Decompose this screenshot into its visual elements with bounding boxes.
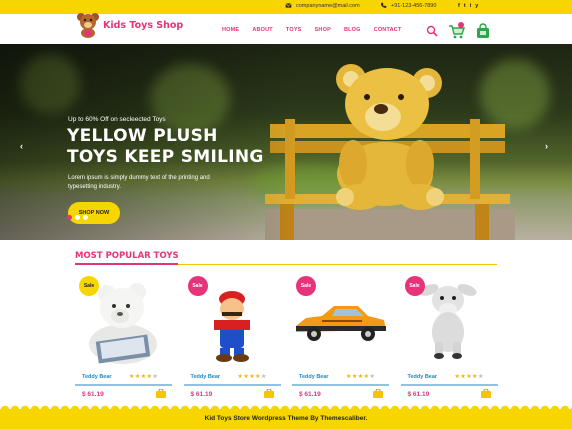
footer-credit[interactable]: Kid Toys Store Wordpress Theme By Themes… — [0, 415, 572, 422]
hero-subtitle: Up to 60% Off on secleected Toys — [68, 116, 166, 123]
slider-dot[interactable] — [75, 215, 80, 220]
star-rating: ★★★★★ — [129, 374, 159, 380]
product-name[interactable]: Teddy Bear — [191, 374, 221, 380]
product-divider — [75, 384, 172, 386]
hero-title-line1: YELLOW PLUSH — [67, 126, 218, 146]
header: Kids Toys Shop HOME ABOUT TOYS SHOP BLOG… — [0, 12, 572, 44]
hero-slider: Up to 60% Off on secleected Toys YELLOW … — [0, 44, 572, 240]
hero-title-line2: TOYS KEEP SMILING — [67, 147, 264, 167]
add-to-cart-icon[interactable] — [155, 389, 166, 398]
add-to-cart-icon[interactable] — [264, 389, 274, 398]
section-divider — [75, 263, 497, 265]
next-slide-arrow[interactable]: › — [545, 141, 548, 151]
product-card[interactable]: Sale Teddy Bear ★★★★★ $ 61.19 — [400, 274, 498, 404]
facebook-icon[interactable]: f — [458, 3, 460, 9]
nav-blog[interactable]: BLOG — [344, 27, 361, 33]
logo[interactable]: Kids Toys Shop — [76, 12, 183, 38]
product-name[interactable]: Teddy Bear — [408, 374, 438, 380]
slider-dots — [67, 215, 88, 220]
phone-text: +91-123-456-7890 — [391, 2, 437, 9]
sale-badge: Sale — [296, 276, 316, 296]
product-price: $ 61.19 — [299, 391, 321, 398]
twitter-icon[interactable]: t — [464, 3, 466, 9]
hero-title: YELLOW PLUSH TOYS KEEP SMILING — [67, 126, 267, 168]
nav-contact[interactable]: CONTACT — [374, 27, 402, 33]
product-divider — [292, 384, 389, 386]
nav-about[interactable]: ABOUT — [252, 27, 273, 33]
product-name[interactable]: Teddy Bear — [299, 374, 329, 380]
header-icons — [426, 22, 490, 40]
product-divider — [400, 384, 498, 386]
nav-home[interactable]: HOME — [222, 27, 239, 33]
slider-dot[interactable] — [83, 215, 88, 220]
star-rating: ★★★★★ — [454, 374, 484, 380]
teddy-bear-on-bench-image — [265, 64, 515, 240]
cart-icon[interactable] — [448, 22, 466, 40]
prev-slide-arrow[interactable]: ‹ — [20, 141, 23, 151]
instagram-icon[interactable]: i — [470, 3, 472, 9]
email-contact[interactable]: companyname@mail.com — [285, 2, 360, 9]
main-nav: HOME ABOUT TOYS SHOP BLOG CONTACT — [222, 27, 402, 33]
social-links: f t i y — [458, 3, 478, 9]
star-rating: ★★★★★ — [346, 374, 376, 380]
search-icon[interactable] — [426, 25, 438, 37]
add-to-cart-icon[interactable] — [481, 389, 491, 398]
nav-shop[interactable]: SHOP — [315, 27, 331, 33]
teddy-logo-icon — [77, 13, 99, 38]
logo-text: Kids Toys Shop — [103, 19, 184, 31]
product-divider — [183, 384, 281, 386]
section-title: MOST POPULAR TOYS — [75, 251, 179, 261]
star-rating: ★★★★★ — [237, 374, 267, 380]
slider-dot[interactable] — [67, 215, 72, 220]
page: companyname@mail.com +91-123-456-7890 f … — [0, 0, 572, 429]
phone-icon — [381, 2, 387, 8]
product-name[interactable]: Teddy Bear — [82, 374, 112, 380]
product-price: $ 61.19 — [82, 391, 104, 398]
product-price: $ 61.19 — [407, 391, 430, 398]
phone-contact[interactable]: +91-123-456-7890 — [380, 2, 436, 9]
product-card[interactable]: Sale Teddy Bear ★★★★★ $ 61.19 — [183, 274, 281, 404]
sale-badge: Sale — [79, 276, 99, 296]
mail-icon — [285, 3, 292, 8]
add-to-cart-icon[interactable] — [372, 389, 383, 398]
product-card[interactable]: Sale Teddy Bear ★★★★★ $ 61.19 — [75, 274, 172, 404]
email-text: companyname@mail.com — [296, 2, 360, 9]
footer: Kid Toys Store Wordpress Theme By Themes… — [0, 405, 572, 429]
youtube-icon[interactable]: y — [475, 3, 478, 9]
sale-badge: Sale — [187, 276, 208, 296]
shop-now-button[interactable]: SHOP NOW — [68, 202, 120, 224]
bag-icon[interactable] — [476, 23, 490, 39]
hero-description: Lorem ipsum is simply dummy text of the … — [68, 175, 210, 190]
sale-badge: Sale — [404, 276, 425, 296]
product-price: $ 61.19 — [190, 391, 213, 398]
product-grid: Sale Teddy Bear ★★★★★ $ 61.19 Sale Teddy… — [75, 274, 498, 404]
nav-toys[interactable]: TOYS — [286, 27, 302, 33]
product-card[interactable]: Sale Teddy Bear ★★★★★ $ 61.19 — [292, 274, 389, 404]
